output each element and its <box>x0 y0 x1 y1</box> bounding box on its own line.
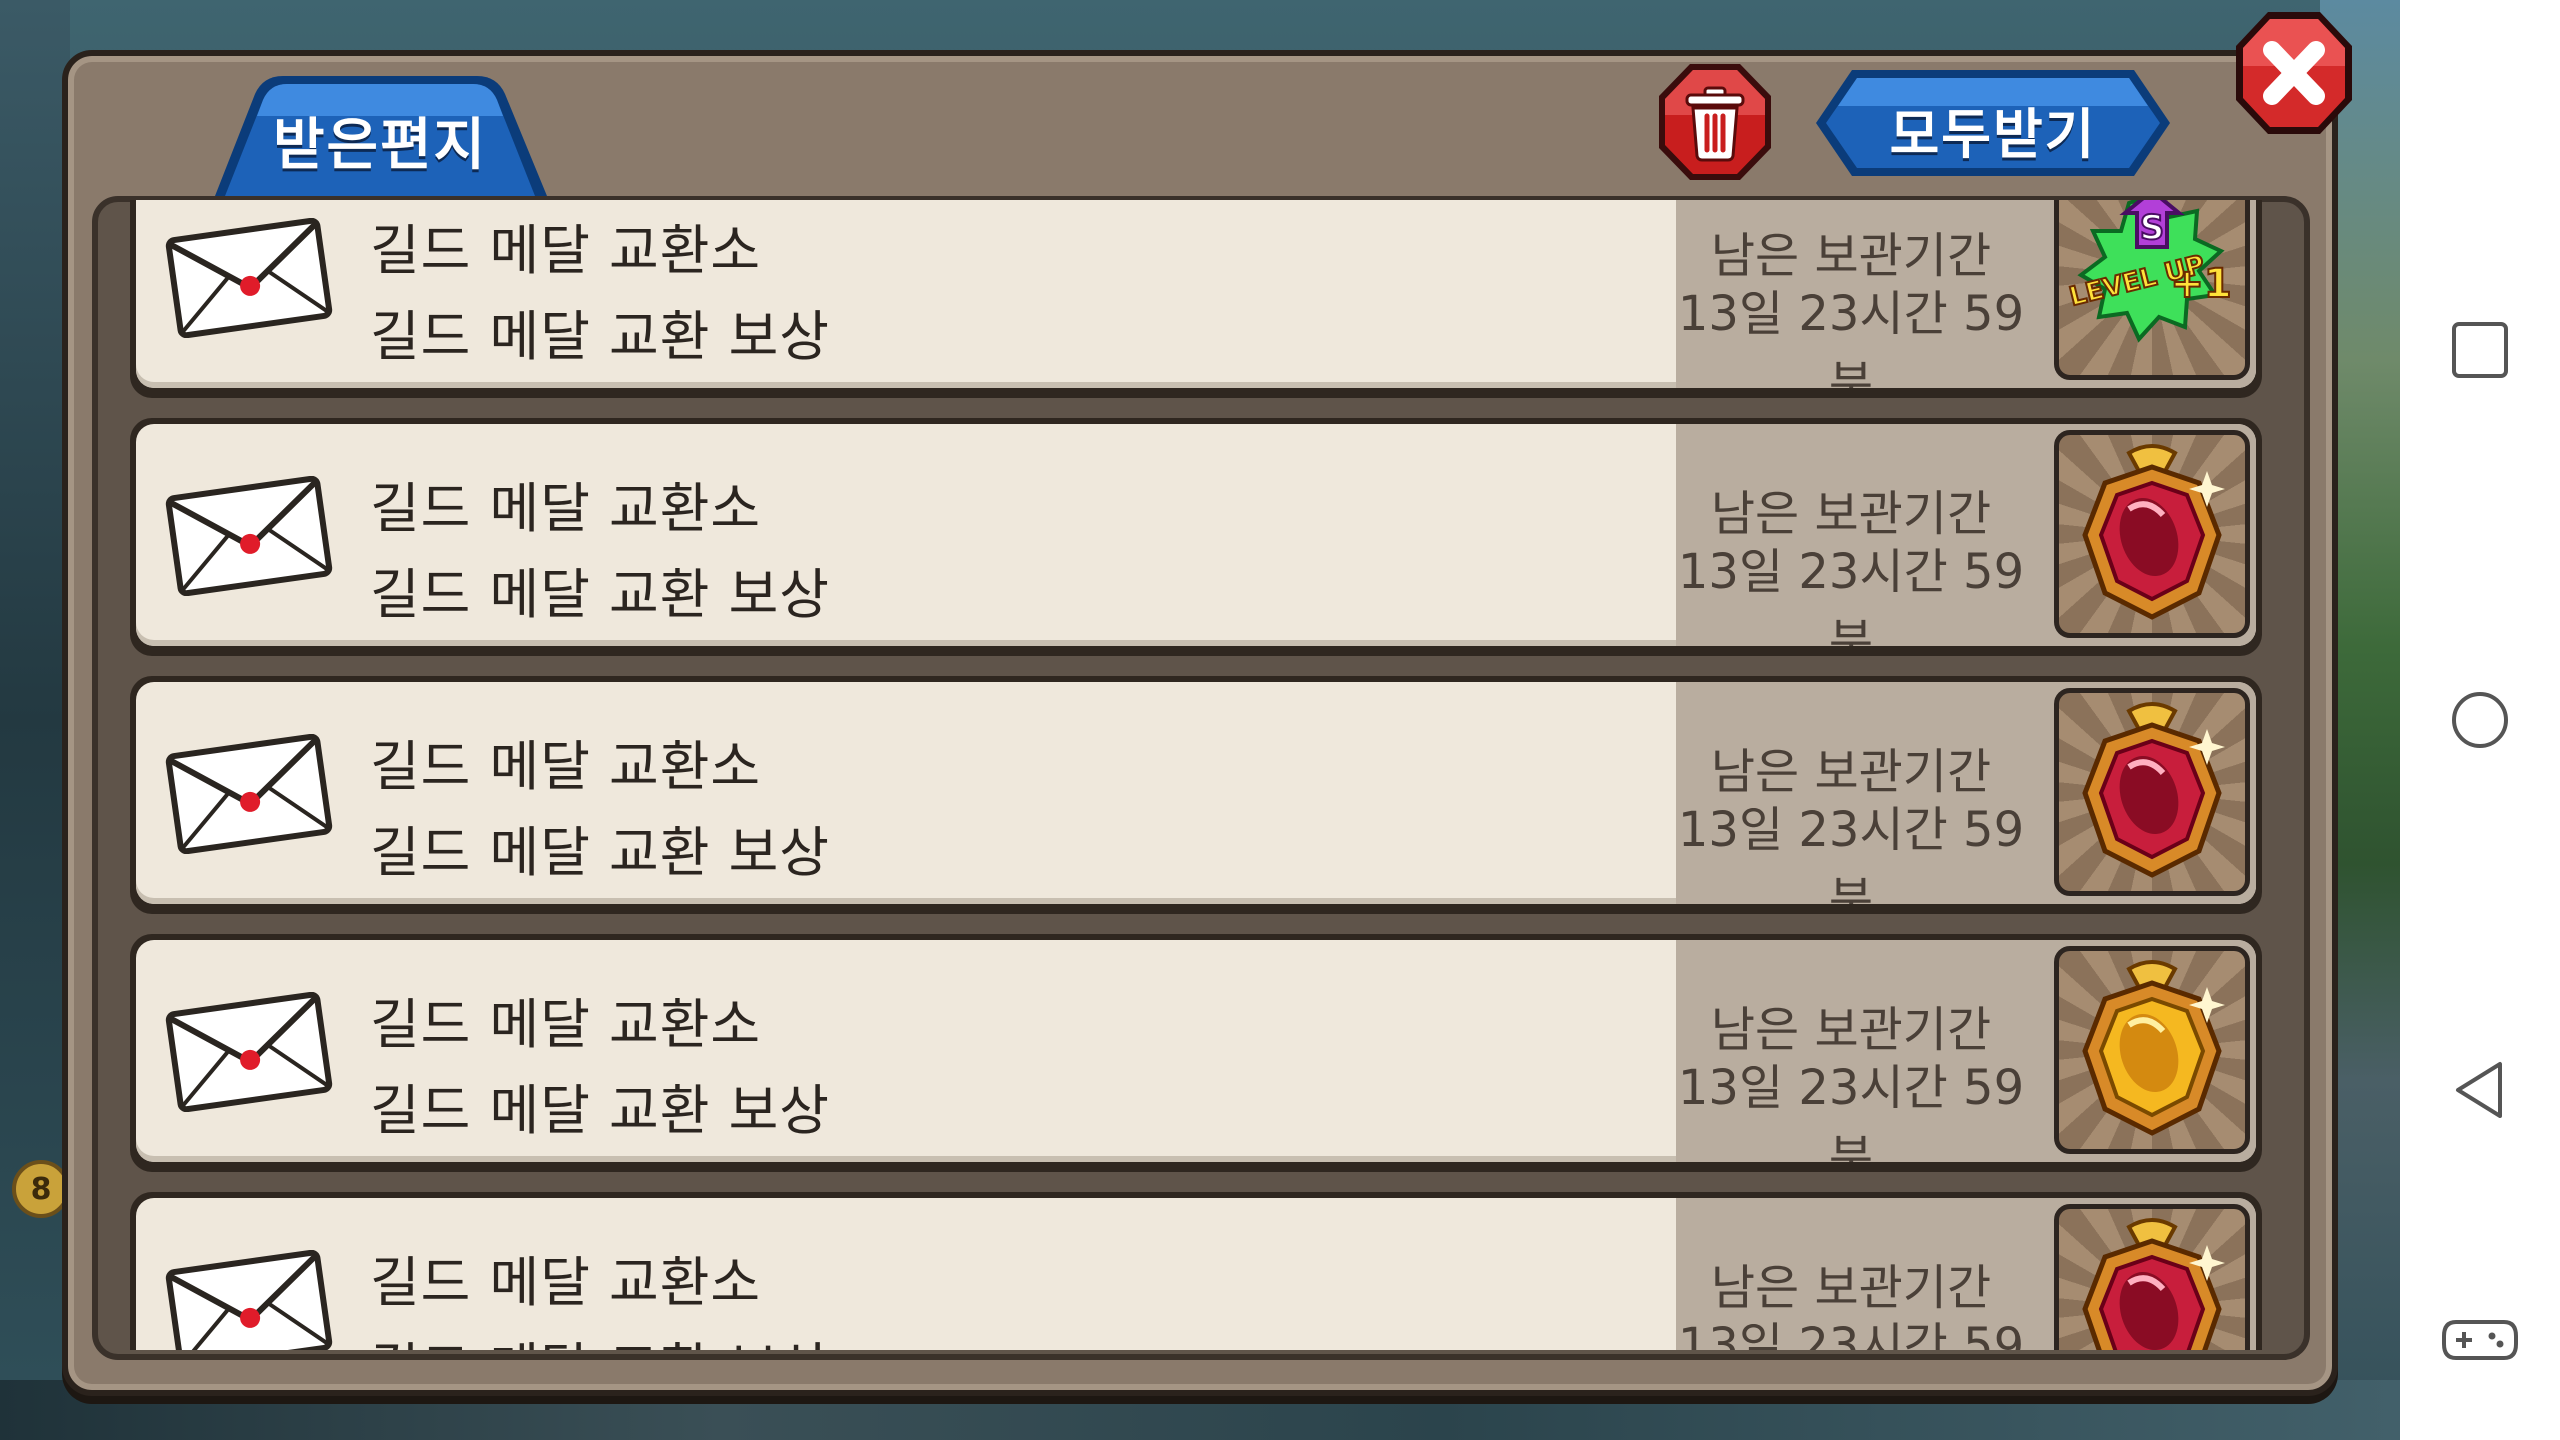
background-left-scene <box>0 0 70 1440</box>
item-s-label: S <box>2140 208 2165 248</box>
envelope-icon <box>165 218 333 338</box>
home-icon <box>2452 692 2508 748</box>
mail-row[interactable]: 길드 메달 교환소 길드 메달 교환 보상 남은 보관기간 13일 23시간 5… <box>130 200 2262 398</box>
close-button[interactable] <box>2232 8 2356 138</box>
mail-row[interactable]: 길드 메달 교환소 길드 메달 교환 보상 남은 보관기간 13일 23시간 5… <box>130 676 2262 914</box>
mail-subtitle: 길드 메달 교환 보상 <box>370 305 830 368</box>
mail-row[interactable]: 길드 메달 교환소 길드 메달 교환 보상 남은 보관기간 13일 23시간 5… <box>130 1192 2262 1350</box>
tab-received-mail[interactable]: 받은편지 <box>185 70 575 200</box>
mail-row[interactable]: 길드 메달 교환소 길드 메달 교환 보상 남은 보관기간 13일 23시간 5… <box>130 934 2262 1172</box>
red-gem-medal-icon[interactable] <box>2054 430 2250 638</box>
level-up-ticket-icon[interactable]: S LEVEL UP +1 <box>2054 200 2250 380</box>
tab-label: 받은편지 <box>272 113 488 178</box>
receive-all-label: 모두받기 <box>1889 103 2097 166</box>
mail-title: 길드 메달 교환소 <box>370 219 762 282</box>
remain-time: 13일 23시간 59분 <box>1677 544 2025 646</box>
delete-button[interactable] <box>1655 60 1775 185</box>
envelope-icon <box>165 992 333 1112</box>
mail-title: 길드 메달 교환소 <box>370 993 762 1056</box>
mail-title: 길드 메달 교환소 <box>370 477 762 540</box>
gold-medal-icon[interactable] <box>2054 946 2250 1154</box>
back-button[interactable] <box>2450 1060 2510 1120</box>
android-nav-bar <box>2400 0 2560 1440</box>
receive-all-button[interactable]: 모두받기 <box>1812 66 2174 180</box>
remain-time: 13일 23시간 59분 <box>1677 1060 2025 1162</box>
mail-subtitle: 길드 메달 교환 보상 <box>370 563 830 626</box>
game-tools-button[interactable] <box>2440 1310 2520 1370</box>
red-gem-medal-icon[interactable] <box>2054 1204 2250 1350</box>
mail-title: 길드 메달 교환소 <box>370 735 762 798</box>
back-icon <box>2456 1062 2502 1118</box>
remain-time: 13일 23시간 59분 <box>1677 286 2025 388</box>
mail-subtitle: 길드 메달 교환 보상 <box>370 1079 830 1142</box>
mail-subtitle: 길드 메달 교환 보상 <box>370 1324 830 1350</box>
gamepad-icon <box>2442 1320 2518 1360</box>
mail-list[interactable]: 길드 메달 교환소 길드 메달 교환 보상 남은 보관기간 13일 23시간 5… <box>130 200 2270 1350</box>
mail-row[interactable]: 길드 메달 교환소 길드 메달 교환 보상 남은 보관기간 13일 23시간 5… <box>130 418 2262 656</box>
envelope-icon <box>165 476 333 596</box>
item-plus-one-label: +1 <box>2170 261 2231 307</box>
envelope-icon <box>165 734 333 854</box>
envelope-icon <box>165 1250 333 1350</box>
home-button[interactable] <box>2450 690 2510 750</box>
mail-subtitle: 길드 메달 교환 보상 <box>370 821 830 884</box>
remain-time: 13일 23시간 59분 <box>1677 802 2025 904</box>
recents-button[interactable] <box>2450 320 2510 380</box>
red-gem-medal-icon[interactable] <box>2054 688 2250 896</box>
mail-title: 길드 메달 교환소 <box>370 1251 762 1314</box>
remain-time: 13일 23시간 59분 <box>1677 1318 2025 1350</box>
recents-icon <box>2452 322 2508 378</box>
